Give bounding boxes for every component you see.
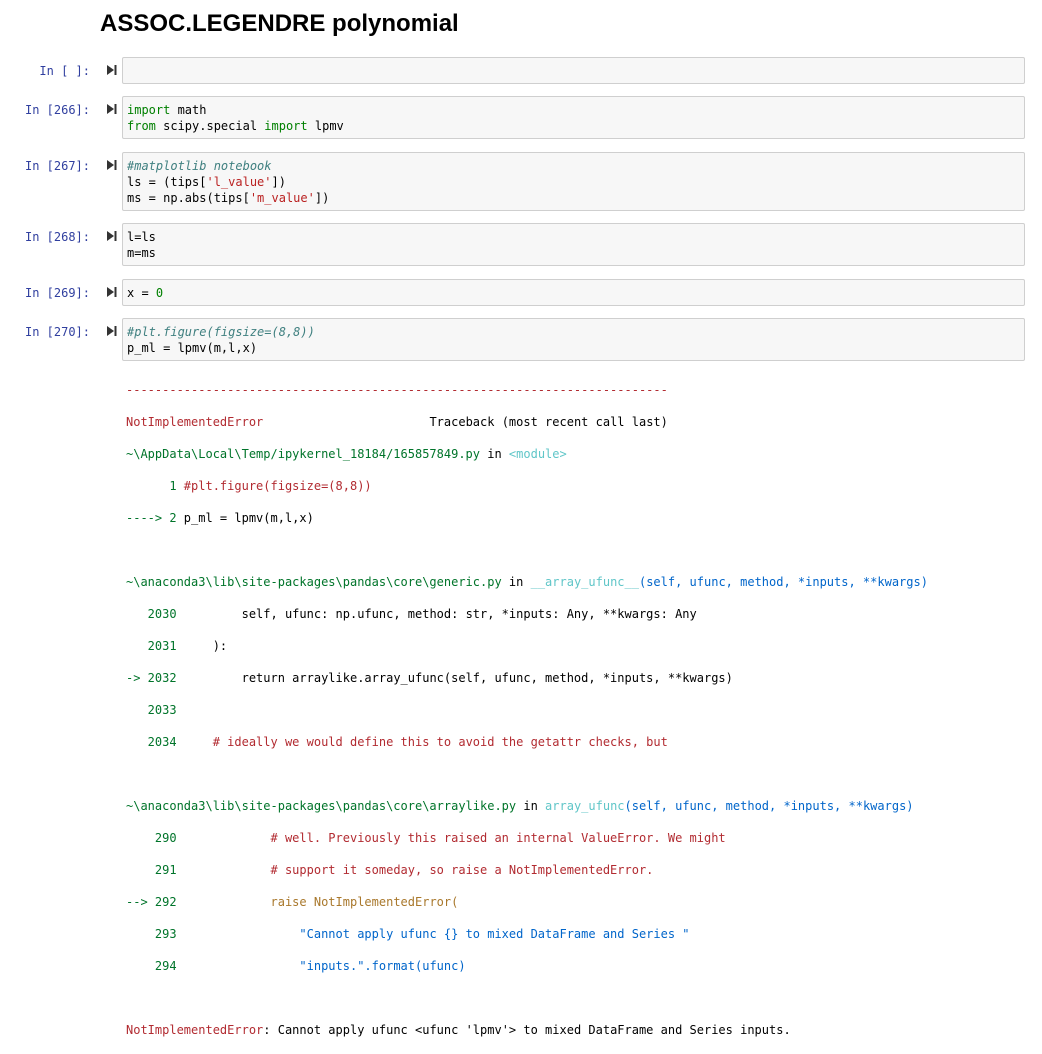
line-arrow: ----> 2: [126, 511, 177, 525]
line-code: # support it someday, so raise a NotImpl…: [176, 863, 654, 877]
frame-in: in: [516, 799, 546, 813]
line-number: 294: [126, 959, 177, 973]
frame-line: 294 "inputs.".format(ufunc): [126, 958, 928, 974]
line-code: "Cannot apply ufunc {} to mixed DataFram…: [176, 927, 690, 941]
frame-signature: (self, ufunc, method, *inputs, **kwargs): [638, 575, 928, 589]
error-traceback: ----------------------------------------…: [126, 366, 928, 1054]
traceback-label: Traceback (most recent call last): [429, 415, 668, 429]
error-message: : Cannot apply ufunc <ufunc 'lpmv'> to m…: [263, 1023, 791, 1037]
traceback-header: NotImplementedError Traceback (most rece…: [126, 414, 928, 430]
cell-prompt: In [ ]:: [39, 64, 90, 78]
run-cell-icon[interactable]: [106, 64, 118, 78]
frame-path: ~\AppData\Local\Temp/ipykernel_18184/165…: [126, 447, 481, 461]
frame-line-current: -> 2032 return arraylike.array_ufunc(sel…: [126, 670, 928, 686]
notebook-heading: ASSOC.LEGENDRE polynomial: [100, 10, 459, 37]
frame-signature: (self, ufunc, method, *inputs, **kwargs): [624, 799, 914, 813]
frame-func: <module>: [508, 447, 567, 461]
line-code: # ideally we would define this to avoid …: [176, 735, 668, 749]
code-input[interactable]: [122, 57, 1025, 84]
line-number: 290: [126, 831, 177, 845]
line-code: # well. Previously this raised an intern…: [176, 831, 726, 845]
cell-prompt: In [266]:: [24, 103, 90, 117]
frame-path: ~\anaconda3\lib\site-packages\pandas\cor…: [126, 799, 517, 813]
error-name: NotImplementedError: [126, 415, 264, 429]
code-input[interactable]: x = 0: [122, 279, 1025, 306]
run-cell-icon[interactable]: [106, 103, 118, 117]
run-cell-icon[interactable]: [106, 286, 118, 300]
line-number: 2034: [126, 735, 177, 749]
run-cell-icon[interactable]: [106, 325, 118, 339]
run-cell-icon[interactable]: [106, 230, 118, 244]
code-input[interactable]: l=ls m=ms: [122, 223, 1025, 266]
frame-in: in: [501, 575, 531, 589]
frame-header: ~\anaconda3\lib\site-packages\pandas\cor…: [126, 574, 928, 590]
line-code: ):: [176, 639, 228, 653]
line-arrow: --> 292: [126, 895, 177, 909]
line-code: p_ml = lpmv(m,l,x): [176, 511, 314, 525]
frame-line: 2034 # ideally we would define this to a…: [126, 734, 928, 750]
frame-line: 291 # support it someday, so raise a Not…: [126, 862, 928, 878]
frame-line: 1 #plt.figure(figsize=(8,8)): [126, 478, 928, 494]
frame-line: 290 # well. Previously this raised an in…: [126, 830, 928, 846]
cell-prompt: In [267]:: [24, 159, 90, 173]
code-input[interactable]: #matplotlib notebook ls = (tips['l_value…: [122, 152, 1025, 211]
frame-line-current: --> 292 raise NotImplementedError(: [126, 894, 928, 910]
line-code: return arraylike.array_ufunc(self, ufunc…: [176, 671, 733, 685]
line-code: #plt.figure(figsize=(8,8)): [176, 479, 372, 493]
traceback-separator: ----------------------------------------…: [126, 383, 668, 397]
line-arrow: -> 2032: [126, 671, 177, 685]
line-number: 1: [126, 479, 177, 493]
cell-prompt: In [270]:: [24, 325, 90, 339]
frame-in: in: [480, 447, 509, 461]
frame-func: __array_ufunc__: [530, 575, 639, 589]
error-name: NotImplementedError: [126, 1023, 264, 1037]
line-code: self, ufunc: np.ufunc, method: str, *inp…: [176, 607, 697, 621]
line-code: raise NotImplementedError(: [176, 895, 459, 909]
frame-line: 2031 ):: [126, 638, 928, 654]
line-number: 2033: [126, 703, 177, 717]
final-error: NotImplementedError: Cannot apply ufunc …: [126, 1022, 928, 1038]
line-number: 293: [126, 927, 177, 941]
cell-prompt: In [268]:: [24, 230, 90, 244]
run-cell-icon[interactable]: [106, 159, 118, 173]
cell-prompt: In [269]:: [24, 286, 90, 300]
line-number: 2031: [126, 639, 177, 653]
line-number: 291: [126, 863, 177, 877]
line-code: "inputs.".format(ufunc): [176, 959, 466, 973]
frame-line: 293 "Cannot apply ufunc {} to mixed Data…: [126, 926, 928, 942]
frame-line: 2030 self, ufunc: np.ufunc, method: str,…: [126, 606, 928, 622]
frame-header: ~\anaconda3\lib\site-packages\pandas\cor…: [126, 798, 928, 814]
code-input[interactable]: import math from scipy.special import lp…: [122, 96, 1025, 139]
code-input[interactable]: #plt.figure(figsize=(8,8)) p_ml = lpmv(m…: [122, 318, 1025, 361]
frame-header: ~\AppData\Local\Temp/ipykernel_18184/165…: [126, 446, 928, 462]
line-number: 2030: [126, 607, 177, 621]
frame-line-current: ----> 2 p_ml = lpmv(m,l,x): [126, 510, 928, 526]
frame-func: array_ufunc: [545, 799, 625, 813]
frame-path: ~\anaconda3\lib\site-packages\pandas\cor…: [126, 575, 502, 589]
